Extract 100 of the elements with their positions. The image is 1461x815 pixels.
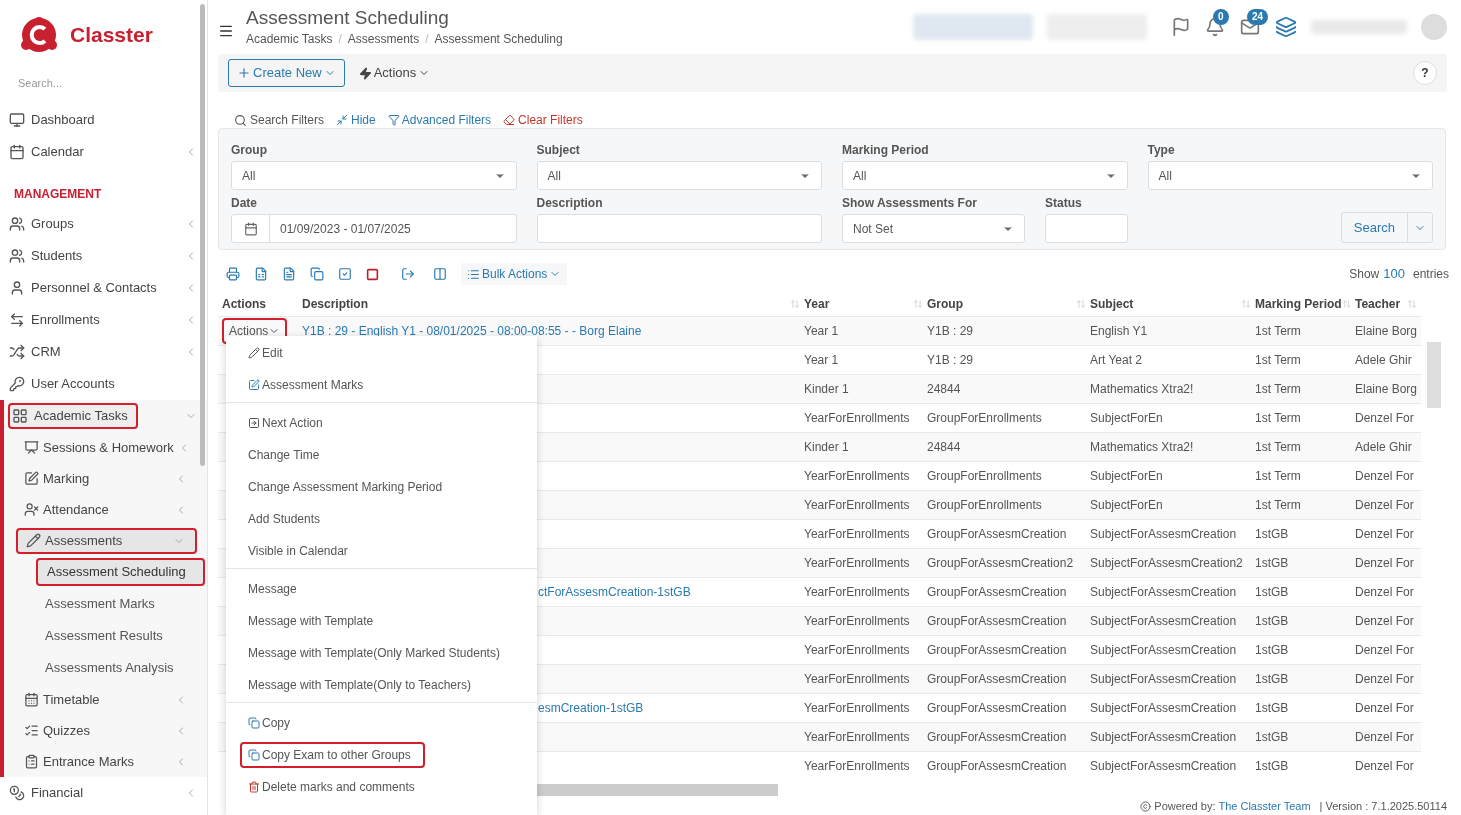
sidebar-item[interactable]: Attendance <box>4 494 207 525</box>
column-header[interactable]: Subject <box>1090 295 1134 313</box>
flag-icon[interactable] <box>1171 17 1191 37</box>
menu-item[interactable]: Copy Exam to other Groups <box>240 742 425 768</box>
sidebar-subitem[interactable]: Assessment Marks <box>36 590 205 618</box>
clear-filters-link[interactable]: Clear Filters <box>503 111 583 129</box>
document-icon[interactable] <box>282 267 296 281</box>
actions-button[interactable]: Actions <box>358 63 431 83</box>
sidebar-item[interactable]: Quizzes <box>4 715 207 746</box>
column-header[interactable]: Marking Period <box>1255 295 1342 313</box>
table-cell-text: GroupForAssesmCreation <box>927 526 1068 543</box>
sidebar-subitem[interactable]: Assessments Analysis <box>36 654 205 682</box>
menu-item[interactable]: Add Students <box>240 506 333 532</box>
menu-icon[interactable] <box>218 23 234 39</box>
sidebar-subitem[interactable]: Assessment Scheduling <box>36 558 205 586</box>
team-link[interactable]: The Classter Team <box>1218 797 1311 815</box>
table-cell-text: 1stGB <box>1255 642 1290 659</box>
help-button[interactable]: ? <box>1413 61 1437 85</box>
sidebar-item[interactable]: Personnel & Contacts <box>0 272 207 304</box>
select-field[interactable]: All <box>1147 161 1433 190</box>
sidebar-item[interactable]: Entrance Marks <box>4 746 207 777</box>
square-icon[interactable] <box>366 267 379 281</box>
menu-item[interactable]: Message with Template(Only Marked Students) <box>240 640 512 666</box>
table-cell-text: YearForEnrollments <box>804 671 911 688</box>
sidebar-item[interactable]: User Accounts <box>0 368 207 400</box>
menu-item[interactable]: Assessment Marks <box>240 372 376 398</box>
menu-item[interactable]: Change Assessment Marking Period <box>240 474 455 500</box>
table-cell-text: YearForEnrollments <box>804 497 911 514</box>
copy-icon <box>248 749 260 761</box>
text-field[interactable] <box>536 214 822 243</box>
breadcrumb-link[interactable]: Assessment Scheduling <box>434 30 563 48</box>
checkbox-icon[interactable] <box>338 267 352 281</box>
avatar[interactable] <box>1421 14 1447 40</box>
menu-item[interactable]: Visible in Calendar <box>240 538 360 564</box>
breadcrumb-link[interactable]: Academic Tasks <box>246 30 333 48</box>
sidebar-item[interactable]: Groups <box>0 208 207 240</box>
column-header[interactable]: Year <box>804 295 830 313</box>
advanced-filters-link[interactable]: Advanced Filters <box>387 111 492 129</box>
select-field[interactable]: All <box>231 161 517 190</box>
table-cell-text: GroupForAssesmCreation <box>927 700 1068 717</box>
scrollbar[interactable] <box>200 4 205 466</box>
sidebar-item[interactable]: Calendar <box>0 136 207 168</box>
menu-item[interactable]: Message with Template <box>240 608 386 634</box>
description-link[interactable]: esmCreation-1stGB <box>538 701 644 715</box>
columns-icon[interactable] <box>433 267 447 281</box>
spreadsheet-icon[interactable] <box>254 267 268 281</box>
sort-icon[interactable] <box>1076 299 1086 309</box>
description-link[interactable]: Y1B : 29 - English Y1 - 08/01/2025 - 08:00-08:55 - - Borg Elaine <box>302 324 642 338</box>
bulk-actions-button[interactable]: Bulk Actions <box>461 263 568 285</box>
sort-icon[interactable] <box>790 299 800 309</box>
sort-icon[interactable] <box>913 299 923 309</box>
hide-link[interactable]: Hide <box>336 111 376 129</box>
select-field[interactable]: All <box>536 161 822 190</box>
menu-item[interactable]: Delete marks and comments <box>240 774 427 800</box>
column-header[interactable]: Actions <box>222 295 266 313</box>
column-header[interactable]: Group <box>927 295 963 313</box>
list-icon <box>467 267 480 281</box>
select-field[interactable]: Not Set <box>842 214 1025 243</box>
table-cell-text: Denzel For <box>1355 642 1415 659</box>
create-new-button[interactable]: Create New <box>228 59 345 87</box>
text-field[interactable] <box>1045 214 1128 243</box>
table-cell-text: Denzel For <box>1355 729 1415 746</box>
table-cell-text: SubjectForAssesmCreation <box>1090 729 1238 746</box>
table-cell-text: YearForEnrollments <box>804 758 911 775</box>
grid-icon <box>12 408 28 424</box>
print-icon[interactable] <box>226 267 240 281</box>
checklist-icon <box>24 723 39 738</box>
menu-item[interactable]: Message <box>240 576 309 602</box>
column-header[interactable]: Teacher <box>1355 295 1401 313</box>
sidebar-item[interactable]: Sessions & Homework <box>4 432 207 463</box>
sidebar-item[interactable]: Timetable <box>4 684 207 715</box>
description-link[interactable]: ctForAssesmCreation-1stGB <box>538 585 691 599</box>
sidebar-item[interactable]: CRM <box>0 336 207 368</box>
date-field[interactable]: 01/09/2023 - 01/07/2025 <box>231 214 517 243</box>
breadcrumb-link[interactable]: Assessments <box>347 30 420 48</box>
column-header[interactable]: Description <box>302 295 368 313</box>
export-icon[interactable] <box>401 267 415 281</box>
table-cell-text: SubjectForEn <box>1090 497 1164 514</box>
copy-icon[interactable] <box>310 267 324 281</box>
blurred-selector[interactable] <box>913 14 1033 40</box>
sort-icon[interactable] <box>1341 299 1351 309</box>
menu-item[interactable]: Message with Template(Only to Teachers) <box>240 672 483 698</box>
breadcrumb-separator: / <box>338 31 342 48</box>
page-size-select[interactable]: 100 <box>1383 264 1405 284</box>
sidebar-item[interactable]: Students <box>0 240 207 272</box>
sidebar-item[interactable]: Marking <box>4 463 207 494</box>
swap-arrows-icon <box>9 312 25 328</box>
search-field[interactable]: Search... <box>18 70 188 96</box>
sidebar-item[interactable]: Financial <box>0 777 207 809</box>
sidebar-item[interactable]: Dashboard <box>0 104 207 136</box>
menu-item[interactable]: Copy <box>240 710 302 736</box>
search-split-button[interactable]: Search <box>1340 212 1433 243</box>
sort-icon[interactable] <box>1407 299 1417 309</box>
select-field[interactable]: All <box>842 161 1128 190</box>
menu-item[interactable]: Next Action <box>240 410 335 436</box>
sidebar-item[interactable]: Enrollments <box>0 304 207 336</box>
table-cell-text: Denzel For <box>1355 700 1415 717</box>
sidebar-subitem[interactable]: Assessment Results <box>36 622 205 650</box>
sort-icon[interactable] <box>1241 299 1251 309</box>
menu-item[interactable]: Change Time <box>240 442 332 468</box>
